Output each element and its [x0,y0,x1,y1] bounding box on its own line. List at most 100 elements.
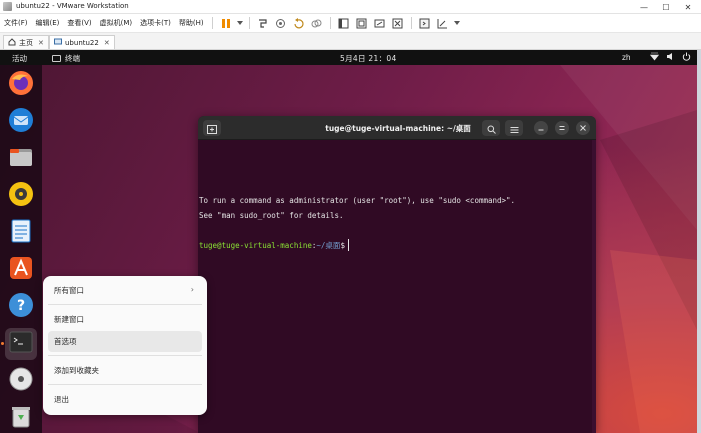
dock-item-trash[interactable] [5,402,37,433]
thunderbird-icon [8,107,34,137]
toolbar-separator [211,17,213,29]
clock[interactable]: 5月4日 21：04 [340,53,397,64]
app-menu[interactable]: 终端 [52,53,80,64]
menu-help[interactable]: 帮助(H) [175,18,208,28]
text-cursor [347,239,349,251]
menu-item-label: 新建窗口 [54,315,84,324]
gnome-top-bar: 活动 终端 5月4日 21：04 zh [0,50,697,65]
system-status-area[interactable] [649,52,691,63]
menu-divider [48,304,202,305]
minimize-button[interactable]: — [633,1,655,13]
pause-icon[interactable] [218,16,234,30]
tab-home[interactable]: 主页 ✕ [3,35,49,49]
dock-context-menu: 所有窗口 › 新建窗口 首选项 添加到收藏夹 退出 [43,276,207,415]
terminal-title: tuge@tuge-virtual-machine: ~/桌面 [325,124,471,133]
vmware-app-icon [3,2,12,11]
terminal-header-bar[interactable]: tuge@tuge-virtual-machine: ~/桌面 [198,116,596,140]
vmware-menubar: 文件(F) 编辑(E) 查看(V) 虚拟机(M) 选项卡(T) 帮助(H) [0,14,701,33]
terminal-line: To run a command as administrator (user … [199,196,516,205]
stretch-guest-icon[interactable] [435,16,451,30]
minimize-icon [538,124,544,133]
menu-item-new-window[interactable]: 新建窗口 [48,309,202,330]
chevron-right-icon: › [190,285,194,294]
terminal-scrollbar[interactable] [592,140,596,433]
close-tab-icon[interactable]: ✕ [104,39,110,47]
files-icon [8,144,34,174]
disc-icon [8,366,34,396]
snapshot-icon[interactable] [273,16,289,30]
unity-mode-icon[interactable] [390,16,406,30]
power-icon [682,52,691,63]
dock-item-files[interactable] [5,143,37,175]
menu-tabs[interactable]: 选项卡(T) [136,18,175,28]
dock-item-writer[interactable] [5,217,37,249]
search-button[interactable] [482,120,500,136]
dock-item-firefox[interactable] [5,69,37,101]
full-screen-icon[interactable] [372,16,388,30]
menu-edit[interactable]: 编辑(E) [32,18,64,28]
menu-item-add-to-favorites[interactable]: 添加到收藏夹 [48,360,202,381]
toolbar-separator [410,17,412,29]
dock-item-terminal[interactable] [5,328,37,360]
dropdown-arrow-icon[interactable] [453,16,461,30]
running-indicator [1,342,4,345]
hamburger-menu-button[interactable] [505,120,523,136]
dock-item-rhythmbox[interactable] [5,180,37,212]
volume-icon [666,52,675,63]
window-controls: — ☐ ✕ [633,1,699,13]
close-tab-icon[interactable]: ✕ [38,39,44,47]
home-icon [8,37,16,48]
trash-icon [8,403,34,433]
tab-label: ubuntu22 [65,38,99,47]
svg-text:?: ? [17,298,25,314]
network-icon [649,52,660,63]
manage-snapshots-icon[interactable] [309,16,325,30]
send-ctrl-alt-del-icon[interactable] [255,16,271,30]
tab-ubuntu22[interactable]: ubuntu22 ✕ [49,35,115,49]
prompt-path: ~/桌面 [316,241,341,250]
maximize-window-button[interactable] [555,121,569,135]
minimize-window-button[interactable] [534,121,548,135]
dropdown-arrow-icon[interactable] [236,16,244,30]
dock-item-help[interactable]: ? [5,291,37,323]
close-button[interactable]: ✕ [677,1,699,13]
close-window-button[interactable] [576,121,590,135]
thumbnail-view-icon[interactable] [354,16,370,30]
dock-item-dvd[interactable] [5,365,37,397]
firefox-icon [8,70,34,100]
software-icon [8,255,34,285]
terminal-window[interactable]: tuge@tuge-virtual-machine: ~/桌面 To run a… [198,116,596,433]
vmware-frame-border [697,50,701,433]
maximize-icon [559,124,565,133]
hamburger-menu-icon [510,119,519,138]
maximize-button[interactable]: ☐ [655,1,677,13]
menu-item-all-windows[interactable]: 所有窗口 › [48,280,202,301]
menu-divider [48,355,202,356]
dock-item-thunderbird[interactable] [5,106,37,138]
new-tab-button[interactable] [203,120,221,136]
close-icon [580,124,586,133]
prompt-symbol: $ [340,241,345,250]
activities-button[interactable]: 活动 [12,53,27,64]
new-tab-icon [207,119,217,138]
revert-snapshot-icon[interactable] [291,16,307,30]
console-view-icon[interactable] [417,16,433,30]
guest-desktop[interactable]: 活动 终端 5月4日 21：04 zh ? tuge@tuge-virtual-… [0,50,697,433]
input-method-indicator[interactable]: zh [622,53,631,62]
dock-item-software[interactable] [5,254,37,286]
menu-vm[interactable]: 虚拟机(M) [96,18,137,28]
terminal-icon [52,55,61,62]
app-menu-label: 终端 [65,54,80,63]
show-library-icon[interactable] [336,16,352,30]
menu-item-label: 所有窗口 [54,286,84,295]
menu-view[interactable]: 查看(V) [63,18,95,28]
rhythmbox-icon [8,181,34,211]
terminal-output[interactable]: To run a command as administrator (user … [198,140,596,433]
menu-item-label: 退出 [54,395,69,404]
menu-item-label: 首选项 [54,337,77,346]
menu-item-preferences[interactable]: 首选项 [48,331,202,352]
menu-item-quit[interactable]: 退出 [48,389,202,410]
vm-icon [54,38,62,48]
prompt-user-host: tuge@tuge-virtual-machine [199,241,312,250]
menu-file[interactable]: 文件(F) [0,18,32,28]
